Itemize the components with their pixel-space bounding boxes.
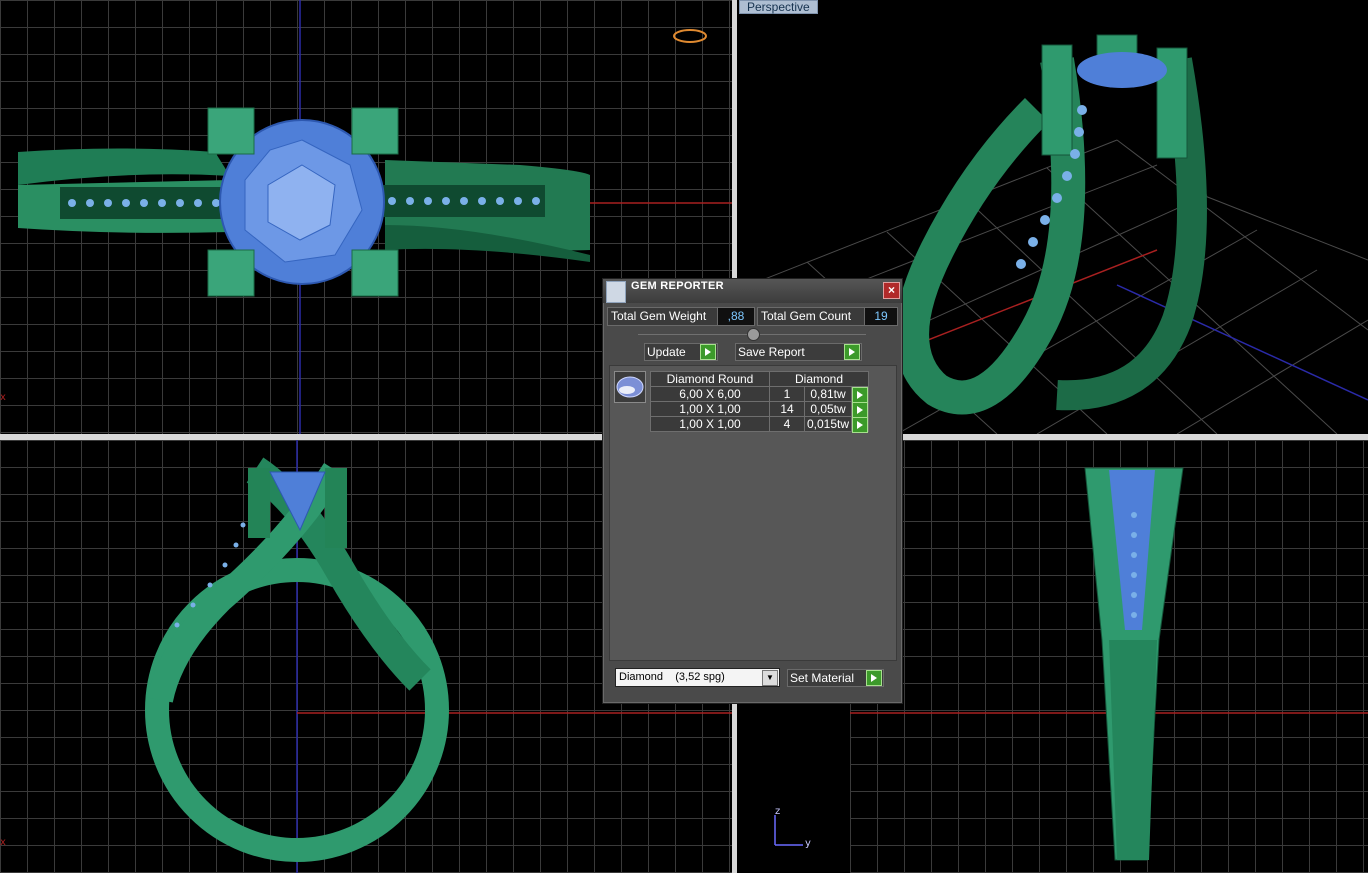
gem-count: 14 bbox=[769, 401, 805, 417]
play-icon bbox=[844, 344, 860, 360]
chevron-down-icon[interactable]: ▼ bbox=[762, 670, 778, 686]
svg-text:x: x bbox=[0, 837, 6, 848]
play-icon bbox=[866, 670, 882, 686]
axis-z-label: z bbox=[775, 806, 780, 817]
gem-size: 1,00 X 1,00 bbox=[650, 416, 770, 432]
row-select-button[interactable] bbox=[851, 416, 869, 433]
gem-weight: 0,015tw bbox=[804, 416, 852, 432]
update-button-label: Update bbox=[647, 345, 686, 359]
gem-weight: 0,81tw bbox=[804, 386, 852, 402]
gem-size: 6,00 X 6,00 bbox=[650, 386, 770, 402]
table-header-row: Diamond Round Diamond bbox=[650, 371, 869, 387]
header-shape: Diamond Round bbox=[650, 371, 770, 387]
gem-list[interactable]: Diamond Round Diamond 6,00 X 6,00 1 0,81… bbox=[609, 365, 897, 661]
gem-table: Diamond Round Diamond 6,00 X 6,00 1 0,81… bbox=[650, 371, 869, 433]
close-icon[interactable]: × bbox=[883, 282, 900, 299]
header-material: Diamond bbox=[769, 371, 869, 387]
axis-y-label: y bbox=[805, 838, 811, 849]
save-report-label: Save Report bbox=[738, 345, 805, 359]
row-select-button[interactable] bbox=[851, 401, 869, 418]
round-diamond-icon bbox=[614, 371, 646, 403]
dialog-title: GEM REPORTER bbox=[631, 280, 724, 292]
set-material-button[interactable]: Set Material bbox=[787, 669, 884, 687]
gem-reporter-dialog: GEM REPORTER × Total Gem Weight ,88 Tota… bbox=[602, 278, 903, 704]
play-icon bbox=[852, 417, 868, 433]
gem-reporter-icon bbox=[606, 281, 626, 303]
gem-count: 1 bbox=[769, 386, 805, 402]
table-row[interactable]: 1,00 X 1,00 4 0,015tw bbox=[650, 416, 869, 433]
gem-count: 4 bbox=[769, 416, 805, 432]
table-row[interactable]: 6,00 X 6,00 1 0,81tw bbox=[650, 386, 869, 403]
axis-x-label: x bbox=[0, 392, 6, 403]
gem-size: 1,00 X 1,00 bbox=[650, 401, 770, 417]
total-gem-weight-label: Total Gem Weight bbox=[607, 307, 722, 326]
set-material-label: Set Material bbox=[790, 671, 855, 685]
total-gem-count-label: Total Gem Count bbox=[757, 307, 866, 326]
total-gem-weight-value: ,88 bbox=[717, 307, 755, 326]
update-button[interactable]: Update bbox=[644, 343, 718, 361]
splitter-knob[interactable] bbox=[747, 328, 760, 341]
table-row[interactable]: 1,00 X 1,00 14 0,05tw bbox=[650, 401, 869, 418]
save-report-button[interactable]: Save Report bbox=[735, 343, 862, 361]
viewport-label[interactable]: Perspective bbox=[739, 0, 818, 14]
material-select[interactable]: Diamond (3,52 spg) ▼ bbox=[615, 668, 780, 687]
play-icon bbox=[700, 344, 716, 360]
material-select-value: Diamond (3,52 spg) bbox=[619, 671, 725, 683]
dialog-titlebar[interactable]: GEM REPORTER × bbox=[603, 279, 902, 303]
row-select-button[interactable] bbox=[851, 386, 869, 403]
gem-weight: 0,05tw bbox=[804, 401, 852, 417]
total-gem-count-value: 19 bbox=[864, 307, 898, 326]
